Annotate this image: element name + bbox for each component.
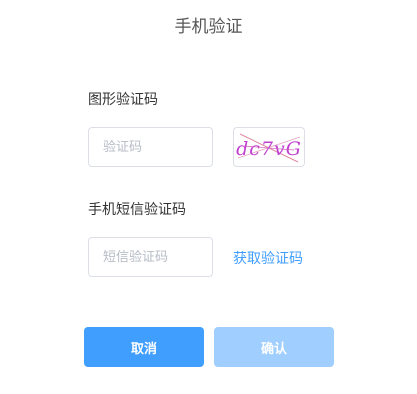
image-captcha-label: 图形验证码 xyxy=(88,92,158,108)
dialog-title: 手机验证 xyxy=(174,17,243,37)
get-code-link[interactable]: 获取验证码 xyxy=(233,248,303,268)
sms-code-input[interactable] xyxy=(88,237,213,277)
sms-code-label: 手机短信验证码 xyxy=(88,202,186,218)
captcha-image[interactable]: dc7vG xyxy=(233,127,305,167)
captcha-text: dc7vG xyxy=(236,138,302,160)
captcha-graphic: dc7vG xyxy=(236,133,302,163)
cancel-button[interactable]: 取消 xyxy=(84,327,204,367)
image-captcha-input[interactable] xyxy=(88,127,213,167)
confirm-button[interactable]: 确认 xyxy=(214,327,334,367)
